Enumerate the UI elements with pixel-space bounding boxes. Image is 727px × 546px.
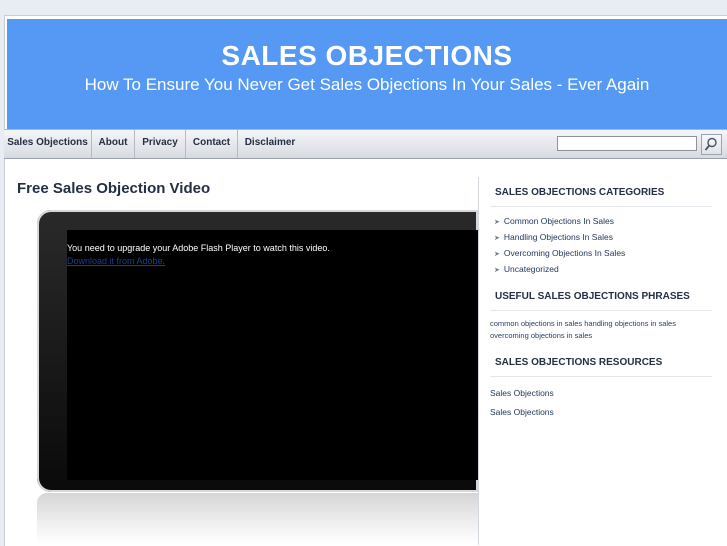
site-title[interactable]: SALES OBJECTIONS (7, 40, 727, 72)
arrow-icon: ➤ (494, 219, 500, 226)
category-link[interactable]: ➤ Common Objections In Sales (494, 216, 614, 226)
nav-item-about[interactable]: About (92, 130, 135, 158)
category-label: Uncategorized (503, 264, 559, 274)
divider (490, 376, 712, 377)
post-title[interactable]: Free Sales Objection Video (17, 180, 210, 197)
phrase-list: common objections in sales handling obje… (490, 318, 715, 342)
category-link[interactable]: ➤ Uncategorized (494, 264, 559, 274)
resource-link[interactable]: Sales Objections (490, 388, 554, 398)
video-player[interactable] (67, 230, 478, 480)
arrow-icon: ➤ (494, 235, 500, 242)
category-label: Common Objections In Sales (503, 216, 614, 226)
nav-item-privacy[interactable]: Privacy (135, 130, 186, 158)
category-label: Overcoming Objections In Sales (503, 248, 626, 258)
flash-upgrade-message: You need to upgrade your Adobe Flash Pla… (67, 243, 330, 253)
flash-download-link[interactable]: Download it from Adobe. (67, 256, 165, 266)
nav-item-contact[interactable]: Contact (186, 130, 238, 158)
phrase-link[interactable]: handling objections in sales (584, 319, 676, 328)
magnifier-icon (704, 137, 717, 151)
phrase-link[interactable]: common objections in sales (490, 319, 582, 328)
categories-widget-title: SALES OBJECTIONS CATEGORIES (495, 187, 665, 198)
nav-item-disclaimer[interactable]: Disclaimer (238, 130, 302, 158)
video-reflection (37, 493, 478, 543)
sidebar-divider (478, 177, 479, 545)
search-button[interactable] (701, 134, 722, 155)
phrase-link[interactable]: overcoming objections in sales (490, 331, 592, 340)
main-navigation: Sales Objections About Privacy Contact D… (4, 129, 727, 159)
resources-widget-title: SALES OBJECTIONS RESOURCES (495, 357, 663, 368)
site-header: SALES OBJECTIONS How To Ensure You Never… (7, 19, 727, 129)
arrow-icon: ➤ (494, 251, 500, 258)
search-input[interactable] (557, 136, 697, 151)
divider (490, 310, 712, 311)
site-description: How To Ensure You Never Get Sales Object… (84, 75, 650, 94)
resource-link[interactable]: Sales Objections (490, 407, 554, 417)
category-label: Handling Objections In Sales (503, 232, 614, 242)
divider (490, 206, 712, 207)
nav-item-sales-objections[interactable]: Sales Objections (4, 130, 92, 158)
arrow-icon: ➤ (494, 267, 500, 274)
category-link[interactable]: ➤ Overcoming Objections In Sales (494, 248, 625, 258)
category-link[interactable]: ➤ Handling Objections In Sales (494, 232, 613, 242)
phrases-widget-title: USEFUL SALES OBJECTIONS PHRASES (495, 291, 690, 302)
